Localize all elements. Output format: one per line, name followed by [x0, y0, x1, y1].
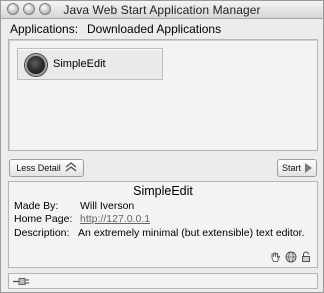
- details-panel: SimpleEdit Made By: Will Iverson Home Pa…: [8, 181, 318, 268]
- hand-icon[interactable]: [269, 251, 281, 263]
- title-bar[interactable]: Java Web Start Application Manager: [1, 1, 323, 19]
- made-by-label: Made By:: [14, 200, 59, 212]
- start-label: Start: [281, 163, 301, 173]
- home-page-label: Home Page:: [14, 213, 73, 225]
- applications-select[interactable]: Downloaded Applications: [87, 22, 221, 36]
- start-button[interactable]: Start: [277, 159, 317, 177]
- applications-label: Applications:: [10, 22, 79, 36]
- app-tile-simpleedit[interactable]: SimpleEdit: [17, 48, 163, 80]
- home-page-link[interactable]: http://127.0.0.1: [80, 213, 150, 225]
- plug-icon: [13, 278, 29, 285]
- window-title: Java Web Start Application Manager: [63, 3, 261, 17]
- description-label: Description:: [14, 227, 70, 239]
- status-bar: [8, 273, 318, 289]
- lock-icon[interactable]: [301, 251, 311, 263]
- details-title: SimpleEdit: [133, 184, 193, 198]
- double-chevron-up-icon: [65, 161, 77, 175]
- less-detail-label: Less Detail: [16, 163, 61, 173]
- globe-icon[interactable]: [285, 251, 297, 263]
- details-icons: [269, 251, 311, 263]
- app-name: SimpleEdit: [53, 58, 106, 70]
- less-detail-button[interactable]: Less Detail: [9, 159, 84, 177]
- application-list: SimpleEdit: [8, 39, 318, 151]
- made-by-value: Will Iverson: [80, 200, 135, 212]
- description-value: An extremely minimal (but extensible) te…: [78, 227, 305, 239]
- app-icon: [25, 54, 47, 76]
- app-manager-window: Java Web Start Application Manager Appli…: [0, 0, 324, 293]
- applications-bar: Applications: Downloaded Applications: [1, 20, 323, 38]
- play-triangle-icon: [305, 163, 312, 173]
